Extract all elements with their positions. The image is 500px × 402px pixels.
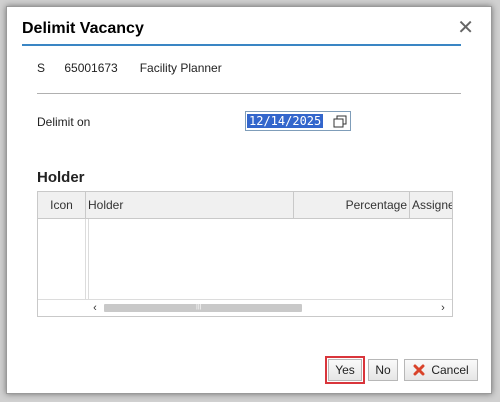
object-type: S: [37, 61, 46, 75]
close-icon[interactable]: ✕: [457, 18, 474, 38]
column-header-percentage[interactable]: Percentage: [294, 192, 410, 218]
object-id: 65001673: [64, 61, 118, 75]
delimit-date-field[interactable]: 12/14/2025: [245, 111, 351, 131]
scroll-left-icon[interactable]: ‹: [88, 300, 102, 316]
object-info: S 65001673 Facility Planner: [37, 61, 222, 75]
cancel-button-label: Cancel: [431, 363, 469, 377]
yes-button[interactable]: Yes: [328, 359, 362, 381]
delimit-date-value[interactable]: 12/14/2025: [247, 114, 324, 128]
holder-table: Icon Holder Percentage Assigne ‹ ||| ›: [37, 191, 453, 317]
column-header-icon[interactable]: Icon: [38, 192, 86, 218]
yes-button-label: Yes: [335, 363, 355, 377]
column-header-assignee[interactable]: Assigne: [410, 192, 452, 218]
scrollbar-thumb[interactable]: |||: [104, 303, 302, 312]
scroll-grip-icon: |||: [196, 303, 202, 310]
delimit-on-label: Delimit on: [37, 115, 91, 129]
dialog-title: Delimit Vacancy: [22, 20, 144, 37]
cancel-button[interactable]: Cancel: [404, 359, 478, 381]
no-button[interactable]: No: [368, 359, 398, 381]
holder-section-title: Holder: [37, 169, 85, 186]
calendar-picker-icon[interactable]: [331, 113, 349, 129]
title-divider: [22, 44, 461, 46]
table-header: Icon Holder Percentage Assigne: [38, 192, 452, 219]
delimit-vacancy-dialog: Delimit Vacancy ✕ S 65001673 Facility Pl…: [6, 6, 492, 394]
column-header-holder[interactable]: Holder: [86, 192, 294, 218]
column-divider: [85, 219, 89, 299]
cancel-x-icon: [413, 364, 425, 376]
object-name: Facility Planner: [139, 61, 222, 75]
horizontal-scrollbar[interactable]: ‹ ||| ›: [38, 299, 452, 316]
section-divider: [37, 93, 461, 94]
no-button-label: No: [375, 363, 391, 377]
scroll-right-icon[interactable]: ›: [436, 300, 450, 316]
